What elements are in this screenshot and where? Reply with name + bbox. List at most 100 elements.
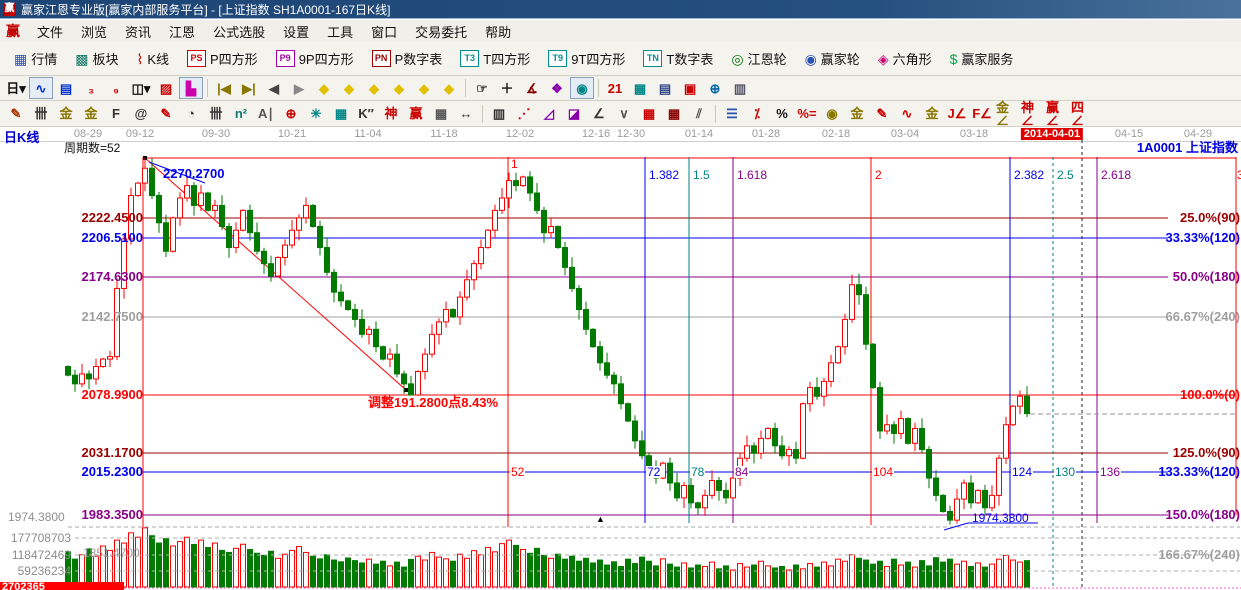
v-wave-icon[interactable]: ∨: [612, 103, 636, 125]
si-angle-icon[interactable]: 四∠: [1070, 103, 1094, 125]
toolbar-button-sectors[interactable]: ▩板块: [67, 45, 126, 72]
knife-tool-icon[interactable]: ✎: [4, 103, 28, 125]
save-icon[interactable]: ▣: [678, 77, 702, 99]
fan-tool-icon[interactable]: ◿: [537, 103, 561, 125]
candle-dropdown-icon[interactable]: ◫▾: [129, 77, 153, 99]
menu-item-window[interactable]: 窗口: [362, 20, 406, 43]
j-angle-icon[interactable]: J∠: [945, 103, 969, 125]
toolbar-button-kline[interactable]: ⌇K线: [129, 45, 178, 72]
compass-circle-icon[interactable]: ⊕: [279, 103, 303, 125]
zoom-all-shrink-icon[interactable]: ◆: [437, 77, 461, 99]
fractal-tool-icon[interactable]: ◉: [570, 77, 594, 99]
bars-3-icon[interactable]: ₃: [79, 77, 103, 99]
menu-item-news[interactable]: 资讯: [116, 20, 160, 43]
menu-item-browse[interactable]: 浏览: [72, 20, 116, 43]
clock-cycle-icon[interactable]: ◔: [179, 103, 203, 125]
shen-tool-icon[interactable]: 神: [379, 103, 403, 125]
toolbar-button-t-number-table[interactable]: TNT数字表: [635, 45, 721, 72]
gold-circle-icon[interactable]: ◉: [820, 103, 844, 125]
angle-lines-icon[interactable]: ∠: [587, 103, 611, 125]
zoom-left-icon[interactable]: ◆: [312, 77, 336, 99]
hand-tool-icon[interactable]: ☞: [470, 77, 494, 99]
toolbar-button-hexagon[interactable]: ◈六角形: [870, 45, 940, 72]
menu-item-settings[interactable]: 设置: [274, 20, 318, 43]
chart-area[interactable]: 08-2909-1209-3010-2111-0411-1812-0212-16…: [0, 127, 1241, 590]
angle-tool-icon[interactable]: ∡: [520, 77, 544, 99]
menu-item-help[interactable]: 帮助: [476, 20, 520, 43]
go-prev-icon[interactable]: ◀: [262, 77, 286, 99]
comb-plain-icon[interactable]: 卌: [204, 103, 228, 125]
menu-item-tools[interactable]: 工具: [318, 20, 362, 43]
calendar-icon[interactable]: 21: [603, 77, 627, 99]
toolbar-button-gann-wheel[interactable]: ◎江恩轮: [723, 45, 794, 72]
grid-box-icon[interactable]: ▦: [329, 103, 353, 125]
go-first-icon[interactable]: |◀: [212, 77, 236, 99]
gold-2-icon[interactable]: 金: [920, 103, 944, 125]
grid-red-icon[interactable]: ▦: [637, 103, 661, 125]
toolbar-button-9t-square[interactable]: T99T四方形: [540, 45, 633, 72]
pen-red-icon[interactable]: ✎: [870, 103, 894, 125]
fan-box-icon[interactable]: ◪: [562, 103, 586, 125]
menu-item-trade-entrust[interactable]: 交易委托: [406, 20, 476, 43]
ying-angle-icon[interactable]: 赢∠: [1045, 103, 1069, 125]
f-angle-icon[interactable]: F∠: [970, 103, 994, 125]
zoom-all-expand-icon[interactable]: ◆: [412, 77, 436, 99]
comb-tool-icon[interactable]: 卌: [29, 103, 53, 125]
notes-icon[interactable]: ▤: [653, 77, 677, 99]
crosshair-tool-icon[interactable]: ＋: [495, 77, 519, 99]
starburst-icon[interactable]: ✳: [304, 103, 328, 125]
menu-item-formula-stock-pick[interactable]: 公式选股: [204, 20, 274, 43]
spiral-tool-icon[interactable]: @: [129, 103, 153, 125]
grid-dark-icon[interactable]: ▦: [662, 103, 686, 125]
toolbar-button-quotes[interactable]: ▦行情: [6, 45, 65, 72]
info-doc-icon[interactable]: ▤: [54, 77, 78, 99]
knife-red-icon[interactable]: ✎: [154, 103, 178, 125]
toolbar-button-winner-wheel[interactable]: ◉赢家轮: [797, 45, 868, 72]
k-quote-icon[interactable]: K″: [354, 103, 378, 125]
period-dropdown-icon[interactable]: 日▾: [4, 77, 28, 99]
a-line-icon[interactable]: A∣: [254, 103, 278, 125]
go-next-icon[interactable]: ▶: [287, 77, 311, 99]
go-last-icon[interactable]: ▶|: [237, 77, 261, 99]
f-comb-icon[interactable]: F: [104, 103, 128, 125]
gann-box-icon[interactable]: ▥: [487, 103, 511, 125]
parallel-lines-icon[interactable]: ⫽: [687, 103, 711, 125]
percent-line-icon[interactable]: %=: [795, 103, 819, 125]
remote-pc-icon[interactable]: ▥: [728, 77, 752, 99]
volume-histogram-icon[interactable]: ▙: [179, 77, 203, 99]
gold-lines-icon[interactable]: 金: [845, 103, 869, 125]
web-data-icon[interactable]: ⊕: [703, 77, 727, 99]
gold-angle-icon[interactable]: 金∠: [995, 103, 1019, 125]
zoom-right-icon[interactable]: ◆: [337, 77, 361, 99]
rays-tool-icon[interactable]: ⋰: [512, 103, 536, 125]
menu-item-gann[interactable]: 江恩: [160, 20, 204, 43]
percent-icon[interactable]: %: [770, 103, 794, 125]
candle-body-down: [815, 388, 820, 397]
volume-bar-down: [269, 551, 274, 587]
toolbar-button-p-number-table[interactable]: PNP数字表: [364, 45, 451, 72]
marker-tool-icon[interactable]: ❖: [545, 77, 569, 99]
gold-comb-icon[interactable]: 金: [54, 103, 78, 125]
percent-t-icon[interactable]: ⁒: [745, 103, 769, 125]
wave-red-icon[interactable]: ∿: [895, 103, 919, 125]
calculator-icon[interactable]: ▦: [628, 77, 652, 99]
volume-bar-down: [325, 555, 330, 587]
ruler-grid-icon[interactable]: ▦: [429, 103, 453, 125]
bars-9-icon[interactable]: ₉: [104, 77, 128, 99]
n-square-icon[interactable]: n²: [229, 103, 253, 125]
gold-comb2-icon[interactable]: 金: [79, 103, 103, 125]
title-bar[interactable]: 赢 赢家江恩专业版[赢家内部服务平台] - [上证指数 SH1A0001-167…: [0, 0, 1241, 19]
shen-angle-icon[interactable]: 神∠: [1020, 103, 1044, 125]
zoom-h-shrink-icon[interactable]: ◆: [387, 77, 411, 99]
menu-item-file[interactable]: 文件: [28, 20, 72, 43]
map-view-icon[interactable]: ▨: [154, 77, 178, 99]
toolbar-button-winner-service[interactable]: $赢家服务: [942, 45, 1022, 72]
width-arrows-icon[interactable]: ↔: [454, 103, 478, 125]
price-scale-icon[interactable]: ☰: [720, 103, 744, 125]
ying-tool-icon[interactable]: 赢: [404, 103, 428, 125]
zoom-h-expand-icon[interactable]: ◆: [362, 77, 386, 99]
toolbar-button-9p-square[interactable]: P99P四方形: [268, 45, 362, 72]
toolbar-button-p-square[interactable]: PSP四方形: [179, 45, 266, 72]
toolbar-button-t-square[interactable]: T3T四方形: [452, 45, 538, 72]
trend-overlay-icon[interactable]: ∿: [29, 77, 53, 99]
